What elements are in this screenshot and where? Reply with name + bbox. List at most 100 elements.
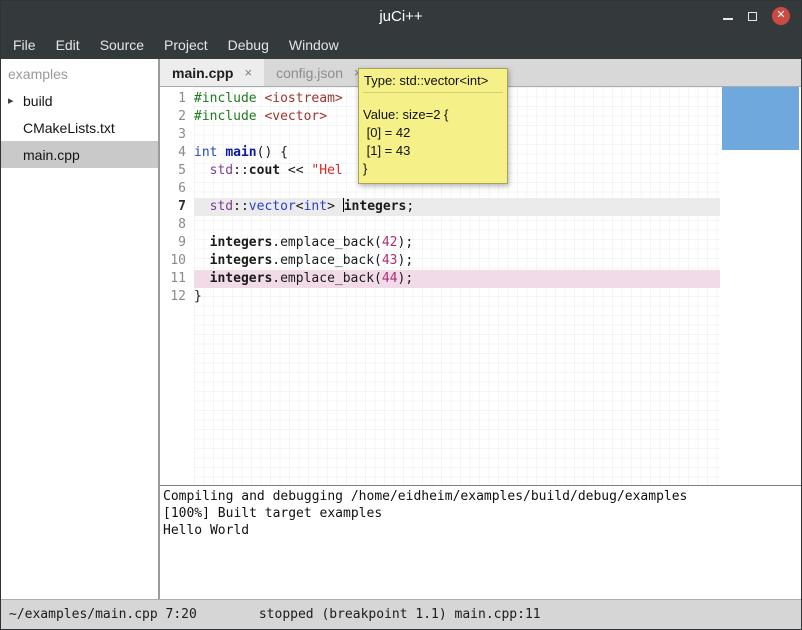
code-token: 43 <box>382 253 398 268</box>
line-number: 3 <box>160 126 194 144</box>
sidebar-item-build[interactable]: ▸build <box>1 87 158 114</box>
code-token: emplace_back <box>280 235 374 250</box>
code-token: > <box>327 199 343 214</box>
tab-label: config.json <box>276 65 343 81</box>
tree-item-label: build <box>23 93 53 109</box>
app-window: juCi++ ✕ FileEditSourceProjectDebugWindo… <box>0 0 802 630</box>
output-line: [100%] Built target examples <box>163 505 801 522</box>
output-line: Compiling and debugging /home/eidheim/ex… <box>163 488 801 505</box>
editor-line[interactable]: 9 integers.emplace_back(42); <box>160 234 801 252</box>
window-title: juCi++ <box>1 8 801 25</box>
line-number: 11 <box>160 270 194 288</box>
code-token: <iostream> <box>264 91 342 106</box>
code-token: cout <box>249 163 280 178</box>
line-number: 10 <box>160 252 194 270</box>
code-token: #include <box>194 109 257 124</box>
output-line: Hello World <box>163 522 801 539</box>
status-file-position: ~/examples/main.cpp 7:20 <box>9 607 197 622</box>
tab-close-icon[interactable]: × <box>244 65 252 80</box>
editor-line[interactable]: 7 std::vector<int> integers; <box>160 198 801 216</box>
code-token: ); <box>398 253 414 268</box>
tab-label: main.cpp <box>172 65 233 81</box>
code-token: emplace_back <box>280 271 374 286</box>
tooltip-value-line: Value: size=2 { <box>363 106 503 124</box>
code-token: ( <box>374 253 382 268</box>
code-text: integers.emplace_back(43); <box>194 252 720 270</box>
tooltip-value-line: [0] = 42 <box>363 124 503 142</box>
code-token: int <box>304 199 327 214</box>
code-text: integers.emplace_back(44); <box>194 270 720 288</box>
code-token: 44 <box>382 271 398 286</box>
code-token: :: <box>233 199 249 214</box>
sidebar-item-main-cpp[interactable]: main.cpp <box>1 141 158 168</box>
debug-tooltip: Type: std::vector<int> Value: size=2 { [… <box>358 68 508 184</box>
menu-source[interactable]: Source <box>90 32 154 58</box>
code-token <box>194 271 210 286</box>
close-icon[interactable]: ✕ <box>772 7 790 25</box>
line-number: 8 <box>160 216 194 234</box>
code-text <box>194 216 720 234</box>
code-text: } <box>194 288 720 306</box>
code-text: integers.emplace_back(42); <box>194 234 720 252</box>
menu-debug[interactable]: Debug <box>218 32 279 58</box>
tree-item-label: CMakeLists.txt <box>23 120 115 136</box>
output-panel[interactable]: Compiling and debugging /home/eidheim/ex… <box>160 485 801 599</box>
code-token: std <box>210 199 233 214</box>
menu-file[interactable]: File <box>3 32 46 58</box>
code-token: 42 <box>382 235 398 250</box>
menubar: FileEditSourceProjectDebugWindow <box>1 31 801 59</box>
editor-line[interactable]: 8 <box>160 216 801 234</box>
code-token: . <box>272 235 280 250</box>
code-token: "Hel <box>311 163 342 178</box>
statusbar: ~/examples/main.cpp 7:20 stopped (breakp… <box>1 599 801 629</box>
code-token: #include <box>194 91 257 106</box>
code-token: () { <box>257 145 288 160</box>
sidebar: examples ▸build CMakeLists.txt main.cpp <box>1 59 158 599</box>
tooltip-value-line: } <box>363 160 503 178</box>
tree-item-label: main.cpp <box>23 147 80 163</box>
menu-project[interactable]: Project <box>154 32 218 58</box>
scrollbar-thumb[interactable] <box>722 87 799 150</box>
line-number: 12 <box>160 288 194 306</box>
minimize-icon[interactable] <box>723 18 733 20</box>
code-token <box>194 163 210 178</box>
line-number: 9 <box>160 234 194 252</box>
code-token: integers <box>210 235 273 250</box>
expander-icon[interactable]: ▸ <box>6 94 23 107</box>
sidebar-header: examples <box>1 59 158 87</box>
maximize-icon[interactable] <box>748 12 757 21</box>
code-token: int <box>194 145 217 160</box>
tooltip-value-line: [1] = 43 <box>363 142 503 160</box>
code-token: ( <box>374 235 382 250</box>
titlebar[interactable]: juCi++ ✕ <box>1 1 801 31</box>
editor-line[interactable]: 11 integers.emplace_back(44); <box>160 270 801 288</box>
line-number: 1 <box>160 90 194 108</box>
tooltip-value: Value: size=2 { [0] = 42 [1] = 43} <box>363 93 503 178</box>
code-token: . <box>272 271 280 286</box>
code-token: ); <box>398 235 414 250</box>
status-debug-state: stopped (breakpoint 1.1) main.cpp:11 <box>259 607 541 622</box>
code-token: std <box>210 163 233 178</box>
code-token: < <box>296 199 304 214</box>
code-token: } <box>194 289 202 304</box>
code-token: emplace_back <box>280 253 374 268</box>
editor-line[interactable]: 10 integers.emplace_back(43); <box>160 252 801 270</box>
code-token <box>194 253 210 268</box>
menu-edit[interactable]: Edit <box>46 32 90 58</box>
code-token <box>194 235 210 250</box>
code-token: integers <box>344 199 407 214</box>
tab-main-cpp[interactable]: main.cpp × <box>160 59 264 86</box>
code-token: << <box>280 163 311 178</box>
code-text: std::vector<int> integers; <box>194 198 720 216</box>
code-token: ; <box>406 199 414 214</box>
editor-line[interactable]: 12} <box>160 288 801 306</box>
code-token: vector <box>249 199 296 214</box>
code-token: integers <box>210 271 273 286</box>
code-token: :: <box>233 163 249 178</box>
line-number: 6 <box>160 180 194 198</box>
menu-window[interactable]: Window <box>279 32 349 58</box>
window-controls: ✕ <box>723 7 801 25</box>
sidebar-item-cmakelists-txt[interactable]: CMakeLists.txt <box>1 114 158 141</box>
file-tree: ▸build CMakeLists.txt main.cpp <box>1 87 158 168</box>
code-token: main <box>225 145 256 160</box>
